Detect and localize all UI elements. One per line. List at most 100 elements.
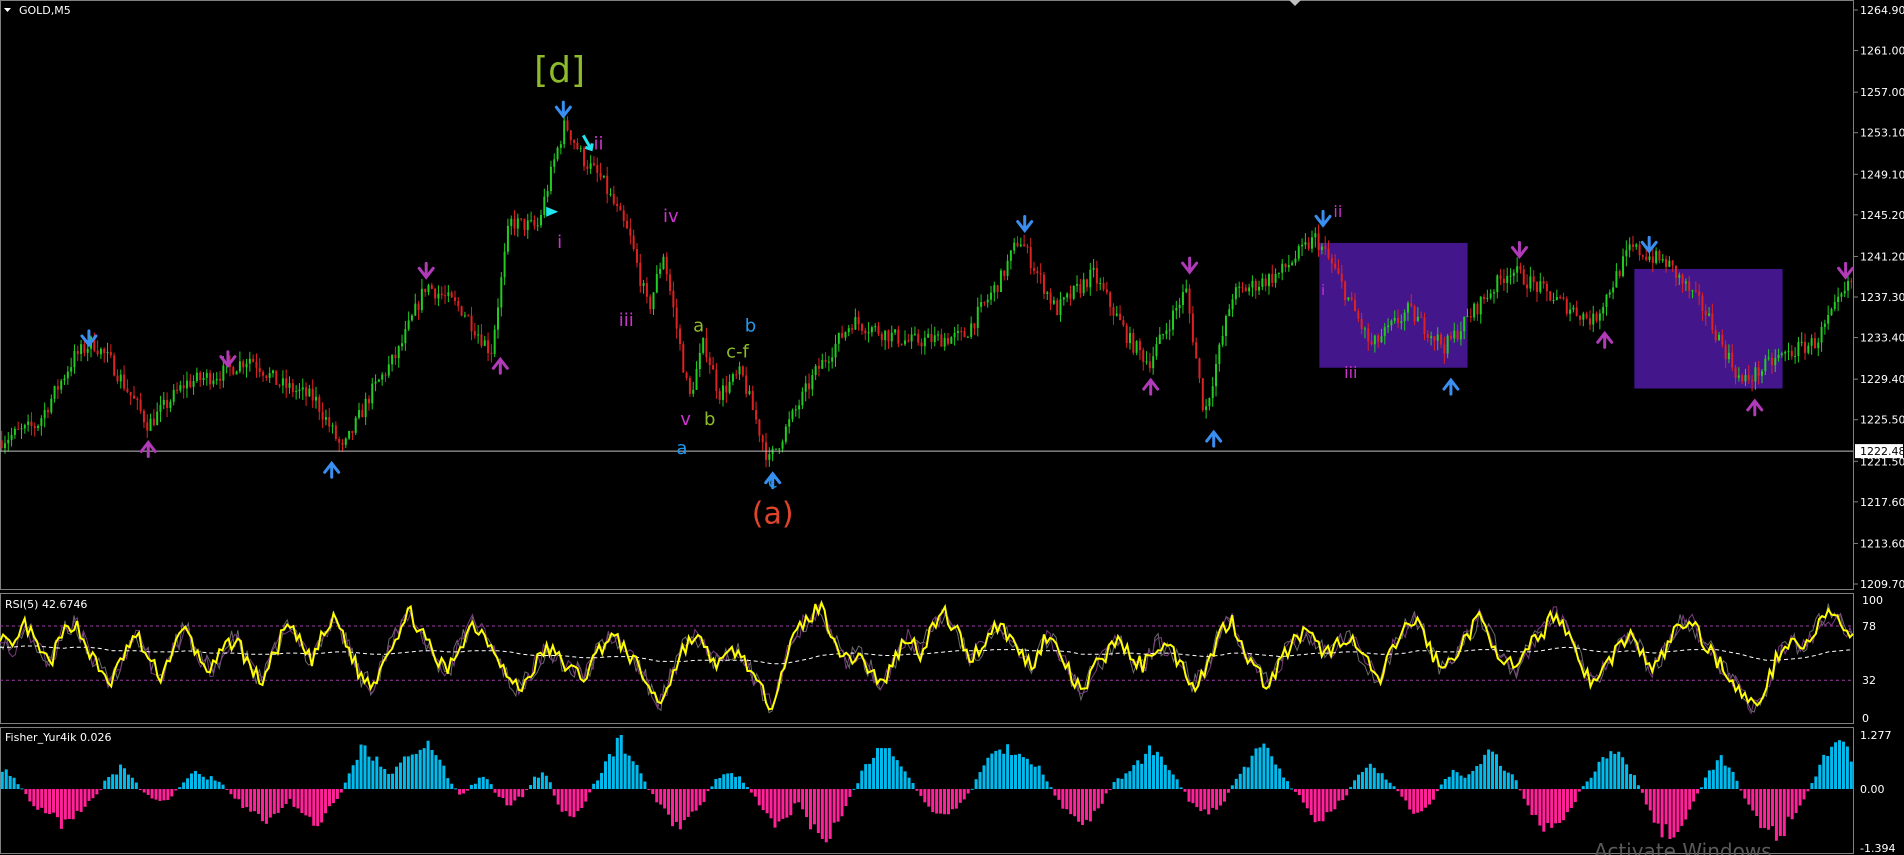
candle-body xyxy=(857,317,860,325)
fisher-bar-negative xyxy=(146,789,150,795)
fisher-bar-positive xyxy=(1711,769,1715,790)
fisher-bar-negative xyxy=(556,789,560,805)
candle-body xyxy=(1195,342,1198,359)
candle-body xyxy=(116,375,119,382)
chart-canvas[interactable]: [d](a)iiiiiiivvaabc-fbciiiiii1264.901261… xyxy=(0,0,1904,855)
fisher-bar-negative xyxy=(564,789,568,812)
rsi-title: RSI(5) 42.6746 xyxy=(5,598,87,611)
candle-body xyxy=(232,366,235,375)
candle-body xyxy=(1787,350,1790,352)
fisher-bar-negative xyxy=(497,789,501,797)
scroll-marker-icon[interactable] xyxy=(1289,0,1301,6)
fisher-bar-positive xyxy=(1380,773,1384,790)
fisher-bar-negative xyxy=(1065,789,1069,810)
candle-body xyxy=(1770,357,1773,366)
fisher-bar-negative xyxy=(328,789,332,807)
fisher-bar-negative xyxy=(91,789,95,799)
fisher-bar-positive xyxy=(1617,751,1621,790)
wave-label: i xyxy=(1321,283,1325,299)
fisher-bar-positive xyxy=(592,783,596,790)
fisher-bar-positive xyxy=(623,753,627,790)
candle-body xyxy=(1539,281,1542,292)
fisher-bar-positive xyxy=(852,788,856,790)
candle-body xyxy=(1446,335,1449,354)
candle-body xyxy=(1079,284,1082,294)
candle-body xyxy=(460,306,463,316)
fisher-bar-negative xyxy=(1767,789,1771,830)
fisher-bar-positive xyxy=(122,768,126,790)
candle-body xyxy=(791,410,794,420)
candle-body xyxy=(1522,269,1525,285)
candle-body xyxy=(887,330,890,342)
fisher-bar-negative xyxy=(1424,789,1428,808)
candle-body xyxy=(1264,278,1267,287)
candle-body xyxy=(245,363,248,368)
candle-body xyxy=(410,315,413,321)
candle-body xyxy=(612,193,615,204)
candle-body xyxy=(831,357,834,362)
candle-body xyxy=(788,419,791,427)
candle-body xyxy=(1658,250,1661,261)
cyan-marker-icon xyxy=(581,134,594,152)
fisher-bar-negative xyxy=(300,789,304,813)
fisher-bar-positive xyxy=(876,748,880,790)
fisher-bar-positive xyxy=(1132,765,1136,790)
candle-body xyxy=(1006,260,1009,276)
chevron-down-icon[interactable] xyxy=(4,8,11,12)
candle-body xyxy=(1631,244,1634,247)
candle-body xyxy=(1218,344,1221,364)
price-panel: [d](a)iiiiiiivvaabc-fbciiiiii1264.901261… xyxy=(0,4,1904,591)
arrow-down-blue-icon xyxy=(1016,215,1034,233)
fisher-bar-negative xyxy=(509,789,513,806)
fisher-bar-positive xyxy=(103,780,107,790)
fisher-bar-positive xyxy=(1459,775,1463,790)
candle-body xyxy=(1847,281,1850,291)
fisher-bar-negative xyxy=(40,789,44,808)
candle-body xyxy=(1228,309,1231,317)
candle-body xyxy=(960,331,963,333)
fisher-bar-positive xyxy=(119,764,123,790)
fisher-bar-positive xyxy=(1443,778,1447,790)
candle-body xyxy=(1496,275,1499,293)
candle-body xyxy=(1310,237,1313,249)
fisher-bar-positive xyxy=(1727,767,1731,790)
candle-body xyxy=(53,386,56,399)
candle-body xyxy=(927,333,930,338)
fisher-bar-positive xyxy=(615,737,619,790)
fisher-bar-negative xyxy=(260,789,264,822)
candle-body xyxy=(659,269,662,274)
candle-body xyxy=(311,388,314,401)
candle-body xyxy=(1072,285,1075,299)
fisher-bar-negative xyxy=(655,789,659,803)
fisher-bar-negative xyxy=(1672,789,1676,838)
fisher-bar-positive xyxy=(1822,754,1826,790)
candle-body xyxy=(1327,248,1330,258)
candle-body xyxy=(1592,313,1595,325)
fisher-bar-positive xyxy=(430,749,434,790)
fisher-bar-positive xyxy=(714,779,718,790)
fisher-bar-positive xyxy=(1258,747,1262,790)
fisher-tick-label: -1.394 xyxy=(1860,842,1895,855)
fisher-bar-negative xyxy=(1293,789,1297,792)
candle-body xyxy=(1092,267,1095,270)
candle-body xyxy=(963,331,966,338)
candle-body xyxy=(1301,244,1304,247)
fisher-bar-positive xyxy=(1148,745,1152,790)
candle-body xyxy=(1350,297,1353,300)
fisher-bar-positive xyxy=(1124,773,1128,790)
candle-body xyxy=(1261,278,1264,287)
fisher-bar-negative xyxy=(690,789,694,812)
candle-body xyxy=(1579,315,1582,320)
arrow-down-purple-icon-glyph xyxy=(1181,256,1199,275)
arrow-down-purple-icon xyxy=(1510,241,1528,259)
fisher-bar-positive xyxy=(1597,761,1601,790)
fisher-bar-negative xyxy=(1790,789,1794,820)
candle-body xyxy=(417,303,420,311)
candle-body xyxy=(1486,297,1489,299)
candle-body xyxy=(1721,334,1724,345)
fisher-bar-negative xyxy=(1778,789,1782,836)
fisher-bar-positive xyxy=(213,780,217,790)
candle-body xyxy=(205,372,208,378)
wave-label: iv xyxy=(663,206,679,227)
candle-body xyxy=(496,307,499,330)
